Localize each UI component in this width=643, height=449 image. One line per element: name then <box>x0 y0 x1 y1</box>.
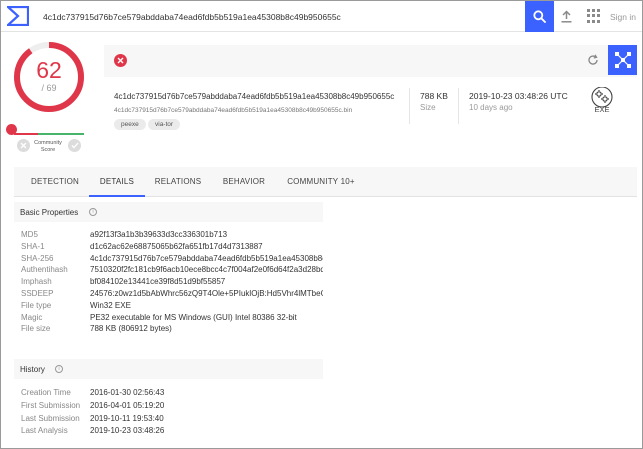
analysis-date-relative: 10 days ago <box>469 103 513 112</box>
search-icon <box>533 10 546 23</box>
virustotal-logo-icon[interactable] <box>7 6 29 26</box>
property-row: File size 788 KB (806912 bytes) <box>21 324 172 334</box>
sign-in-link[interactable]: Sign in <box>610 12 636 22</box>
tab-detection[interactable]: DETECTION <box>24 167 86 197</box>
page: Sign in 62 / 69 Community Score <box>0 0 643 449</box>
graph-view-button[interactable] <box>608 45 637 75</box>
info-icon[interactable]: i <box>55 365 63 373</box>
file-name: 4c1dc737915d76b7ce579abddaba74ead6fdb5b5… <box>114 107 353 114</box>
property-row: SSDEEP 24576:z0wz1d5bAbWhrc56zQ9T4Ole+5PI… <box>21 288 323 298</box>
search-input[interactable] <box>37 6 525 28</box>
property-row: MD5 a92f13f3a1b3b39633d3cc336301b713 <box>21 230 228 239</box>
history-row: Creation Time 2016-01-30 02:56:43 <box>21 388 165 397</box>
property-row: SHA-256 4c1dc737915d76b7ce579abddaba74ead… <box>21 253 323 263</box>
reanalyze-button[interactable] <box>586 53 600 67</box>
history-table: Creation Time 2016-01-30 02:56:43 First S… <box>14 388 323 439</box>
property-row: SHA-1 d1c62ac62e68875065b62fa651fb17d4d73… <box>21 241 263 251</box>
vote-harmless-button[interactable] <box>68 139 81 152</box>
tab-bar: DETECTION DETAILS RELATIONS BEHAVIOR COM… <box>14 167 637 197</box>
close-icon <box>117 57 124 64</box>
file-size-value: 788 KB <box>420 91 448 101</box>
property-row: Magic PE32 executable for MS Windows (GUI… <box>21 312 297 322</box>
file-sha256[interactable]: 4c1dc737915d76b7ce579abddaba74ead6fdb5b5… <box>114 92 394 101</box>
basic-properties-table: MD5 a92f13f3a1b3b39633d3cc336301b713 SHA-… <box>14 230 323 336</box>
history-row: First Submission 2016-04-01 05:19:20 <box>21 400 165 410</box>
analysis-date-value: 2019-10-23 03:48:26 UTC <box>469 91 568 101</box>
vote-malicious-button[interactable] <box>17 139 30 152</box>
apps-grid-icon[interactable] <box>587 9 601 23</box>
tab-community[interactable]: COMMUNITY 10+ <box>281 167 361 197</box>
tag-peexe[interactable]: peexe <box>114 119 146 130</box>
info-icon[interactable]: i <box>89 208 97 216</box>
upload-button[interactable] <box>558 8 574 24</box>
community-score-label: Community Score <box>34 140 62 153</box>
detection-score: 62 / 69 <box>13 41 85 113</box>
property-row: Imphash bf084102e13441ce39f8d51d9bf55857 <box>21 277 226 287</box>
tag-via-tor[interactable]: via-tor <box>148 119 181 130</box>
section-title: Basic Properties <box>20 208 79 217</box>
check-icon <box>71 142 78 149</box>
history-header: History i <box>14 359 323 379</box>
divider <box>409 88 410 124</box>
history-row: Last Submission 2019-10-11 19:53:40 <box>21 413 164 423</box>
malicious-status-icon <box>114 54 127 67</box>
graph-icon <box>614 52 631 68</box>
tab-relations[interactable]: RELATIONS <box>150 167 206 197</box>
history-row: Last Analysis 2019-10-23 03:48:26 <box>21 426 165 436</box>
divider <box>458 88 459 124</box>
basic-properties-header: Basic Properties i <box>14 202 323 222</box>
section-title: History <box>20 365 45 374</box>
tab-behavior[interactable]: BEHAVIOR <box>216 167 272 197</box>
detection-count: 62 <box>36 57 62 83</box>
file-header-banner <box>104 45 637 77</box>
upload-icon <box>561 9 571 23</box>
refresh-icon <box>588 54 598 65</box>
search-button[interactable] <box>525 1 554 32</box>
property-row: File type Win32 EXE <box>21 300 131 310</box>
top-bar: Sign in <box>1 1 642 32</box>
engine-total: / 69 <box>41 83 57 93</box>
close-icon <box>20 142 27 149</box>
tab-details[interactable]: DETAILS <box>89 167 145 197</box>
file-type-badge: EXE <box>594 105 610 114</box>
file-size-label: Size <box>420 103 436 112</box>
property-row: Authentihash 7510320f2fc181cb9f6acb10ece8… <box>21 265 323 275</box>
